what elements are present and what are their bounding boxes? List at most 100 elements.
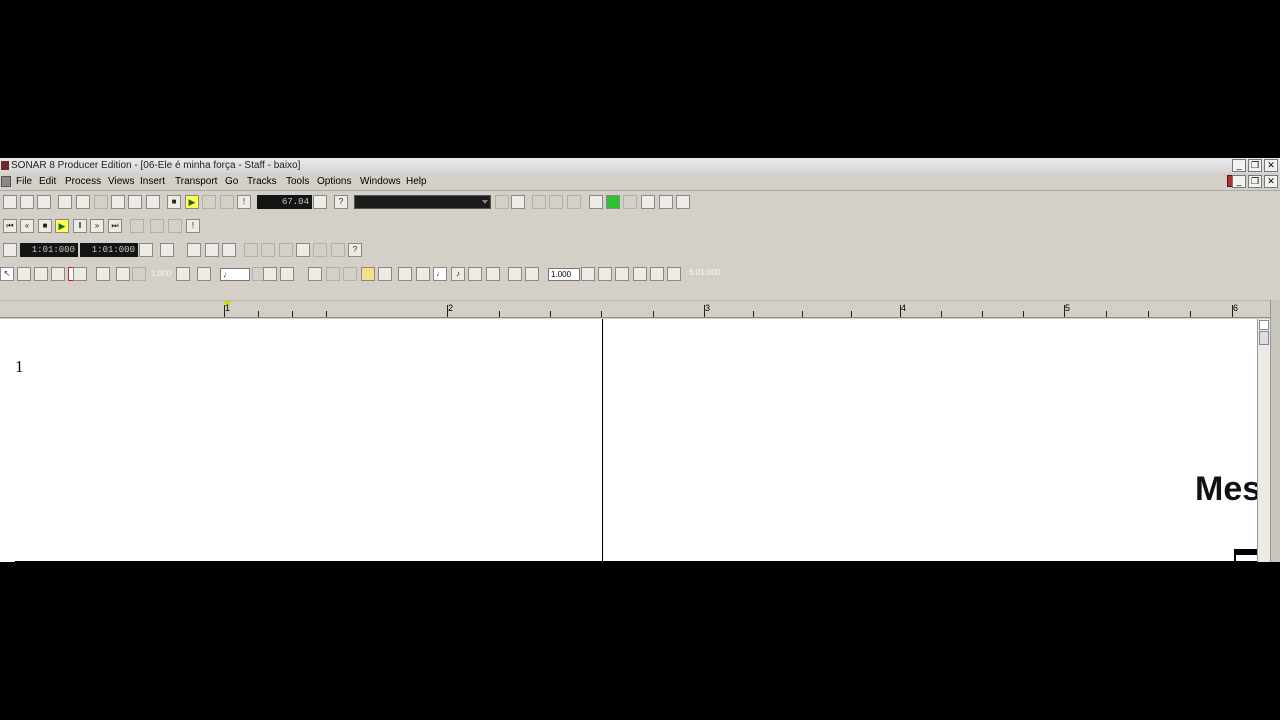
- help-button[interactable]: ?: [334, 195, 348, 209]
- restore-button[interactable]: ❐: [1248, 159, 1262, 172]
- select-button-a[interactable]: [187, 243, 201, 257]
- duration-spinner-button[interactable]: [581, 267, 595, 281]
- note-duration-dropdown[interactable]: ♩: [220, 268, 250, 281]
- staff-tool-c[interactable]: [633, 267, 647, 281]
- document-icon[interactable]: [1, 176, 11, 187]
- toolbar-button-d[interactable]: [549, 195, 563, 209]
- staff-button-a[interactable]: [308, 267, 322, 281]
- zoom-in-button[interactable]: [96, 267, 110, 281]
- menu-tools[interactable]: Tools: [286, 173, 309, 190]
- select-options-button[interactable]: [3, 243, 17, 257]
- toolbar-button-c[interactable]: [532, 195, 546, 209]
- select-button-d[interactable]: [244, 243, 258, 257]
- toolbar-button-e[interactable]: [567, 195, 581, 209]
- event-list-button[interactable]: [128, 195, 142, 209]
- new-file-button[interactable]: [3, 195, 17, 209]
- menu-file[interactable]: File: [16, 173, 32, 190]
- menu-insert[interactable]: Insert: [140, 173, 165, 190]
- staff-button-d[interactable]: [361, 267, 375, 281]
- save-file-button[interactable]: [37, 195, 51, 209]
- timeline-ruler[interactable]: 1 2 3 4 5 6: [0, 300, 1270, 319]
- scroll-thumb[interactable]: [1259, 331, 1269, 345]
- staff-view-pane[interactable]: 1 ♭ ♭ ♭ ♭ 4 4 5 4 3 4: [0, 319, 1257, 562]
- staff-tool-d[interactable]: [650, 267, 664, 281]
- loop-construction-button[interactable]: [146, 195, 160, 209]
- scrub-tool-button[interactable]: [51, 267, 65, 281]
- record-transport-button[interactable]: [130, 219, 144, 233]
- note-button-b[interactable]: [263, 267, 277, 281]
- whole-note-button[interactable]: [398, 267, 412, 281]
- menu-options[interactable]: Options: [317, 173, 351, 190]
- minimize-button[interactable]: _: [1232, 159, 1246, 172]
- menu-process[interactable]: Process: [65, 173, 101, 190]
- pause-transport-button[interactable]: ‖: [73, 219, 87, 233]
- select-button-b[interactable]: [205, 243, 219, 257]
- triplet-note-button[interactable]: [525, 267, 539, 281]
- panic-button[interactable]: !: [237, 195, 251, 209]
- eighth-note-button[interactable]: ♪: [451, 267, 465, 281]
- scroll-up-icon[interactable]: [1259, 320, 1269, 330]
- half-note-button[interactable]: [416, 267, 430, 281]
- select-button-f[interactable]: [279, 243, 293, 257]
- zoom-tool-button[interactable]: [73, 267, 87, 281]
- erase-tool-button[interactable]: [34, 267, 48, 281]
- doc-close-button[interactable]: ✕: [1264, 175, 1278, 188]
- toolbar-button-green[interactable]: [606, 195, 620, 209]
- dotted-button[interactable]: [197, 267, 211, 281]
- metronome-button[interactable]: [313, 195, 327, 209]
- transpose-button[interactable]: [280, 267, 294, 281]
- open-file-button[interactable]: [20, 195, 34, 209]
- menu-windows[interactable]: Windows: [360, 173, 401, 190]
- select-button-g[interactable]: [296, 243, 310, 257]
- toolbar-button-h[interactable]: [641, 195, 655, 209]
- tempo-display[interactable]: 67.04: [257, 195, 312, 209]
- select-button-i[interactable]: [331, 243, 345, 257]
- stop-button[interactable]: ■: [167, 195, 181, 209]
- toolbar-button-g[interactable]: [623, 195, 637, 209]
- staff-button-e[interactable]: [378, 267, 392, 281]
- doc-restore-button[interactable]: ❐: [1248, 175, 1262, 188]
- snap-grid-button[interactable]: [116, 267, 130, 281]
- rewind-button[interactable]: [220, 195, 234, 209]
- record-button[interactable]: [202, 195, 216, 209]
- vertical-scrollbar[interactable]: [1257, 319, 1270, 562]
- toolbar-button-a[interactable]: [495, 195, 509, 209]
- duration-field[interactable]: 1.000: [548, 268, 580, 281]
- doc-minimize-button[interactable]: _: [1232, 175, 1246, 188]
- menu-edit[interactable]: Edit: [39, 173, 56, 190]
- staff-tool-b[interactable]: [615, 267, 629, 281]
- dot-button[interactable]: [508, 267, 522, 281]
- staff-button-b[interactable]: [326, 267, 340, 281]
- menu-help[interactable]: Help: [406, 173, 427, 190]
- quarter-note-button[interactable]: ♩: [433, 267, 447, 281]
- set-from-button[interactable]: [139, 243, 153, 257]
- play-transport-button[interactable]: ▶: [55, 219, 69, 233]
- play-button[interactable]: ▶: [185, 195, 199, 209]
- toolbar-button-b[interactable]: [511, 195, 525, 209]
- rewind-transport-button[interactable]: «: [20, 219, 34, 233]
- triplet-button[interactable]: [176, 267, 190, 281]
- console-view-button[interactable]: [76, 195, 90, 209]
- staff-button-c[interactable]: [343, 267, 357, 281]
- toolbar-button-i[interactable]: [659, 195, 673, 209]
- thirtysecond-note-button[interactable]: [486, 267, 500, 281]
- set-thru-button[interactable]: [160, 243, 174, 257]
- select-button-h[interactable]: [313, 243, 327, 257]
- sixteenth-note-button[interactable]: [468, 267, 482, 281]
- select-help-button[interactable]: ?: [348, 243, 362, 257]
- piano-roll-button[interactable]: [111, 195, 125, 209]
- menu-tracks[interactable]: Tracks: [247, 173, 277, 190]
- staff-tool-e[interactable]: [667, 267, 681, 281]
- select-button-e[interactable]: [261, 243, 275, 257]
- go-to-end-button[interactable]: ⏭: [108, 219, 122, 233]
- transport-panic-button[interactable]: !: [186, 219, 200, 233]
- toolbar-button-j[interactable]: [676, 195, 690, 209]
- menu-transport[interactable]: Transport: [175, 173, 217, 190]
- preset-dropdown[interactable]: [354, 195, 491, 209]
- menu-views[interactable]: Views: [108, 173, 135, 190]
- stop-transport-button[interactable]: ■: [38, 219, 52, 233]
- select-tool-button[interactable]: ↖: [0, 267, 14, 281]
- loop-button[interactable]: [150, 219, 164, 233]
- select-button-c[interactable]: [222, 243, 236, 257]
- go-to-start-button[interactable]: ⏮: [3, 219, 17, 233]
